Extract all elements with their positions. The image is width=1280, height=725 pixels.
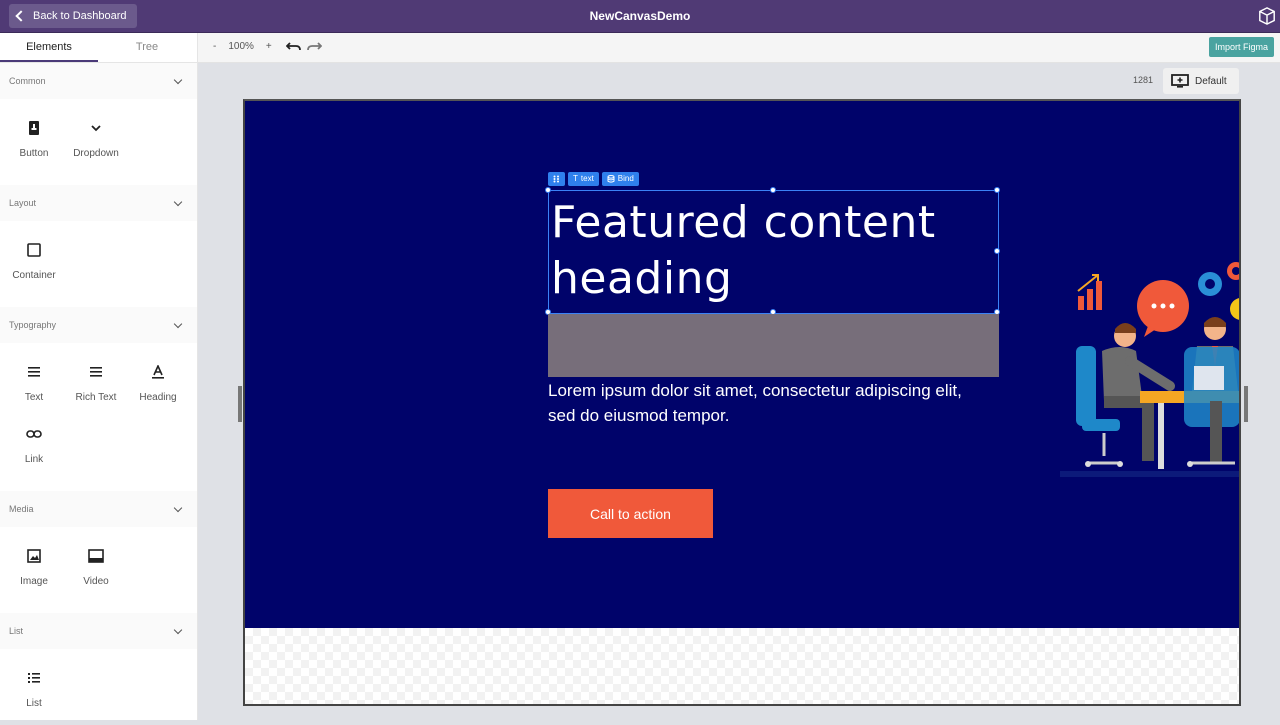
- hero-paragraph[interactable]: Lorem ipsum dolor sit amet, consectetur …: [548, 378, 988, 428]
- drag-handle-chip[interactable]: [548, 172, 565, 186]
- element-dropdown[interactable]: Dropdown: [66, 109, 126, 169]
- tab-elements[interactable]: Elements: [0, 33, 98, 62]
- heading-line-1: Featured content: [551, 197, 936, 248]
- call-to-action-button[interactable]: Call to action: [548, 489, 713, 538]
- section-title: Common: [9, 76, 46, 86]
- cube-logo-icon[interactable]: [1258, 7, 1276, 25]
- element-link[interactable]: Link: [4, 415, 64, 475]
- resize-handle[interactable]: [770, 187, 776, 193]
- element-label: Video: [83, 575, 109, 587]
- heading-line-2: heading: [551, 253, 733, 304]
- element-label: List: [26, 697, 42, 709]
- zoom-in-button[interactable]: +: [266, 41, 272, 52]
- page-frame: T text Bind Featured content heading Lor…: [243, 99, 1241, 706]
- section-common-header[interactable]: Common: [0, 63, 197, 99]
- chevron-down-icon: [173, 503, 183, 512]
- element-list[interactable]: List: [4, 659, 64, 719]
- import-figma-button[interactable]: Import Figma: [1208, 37, 1274, 57]
- elements-panel: Elements Tree Common Button Dropdown Lay…: [0, 33, 198, 720]
- list-icon: [26, 670, 42, 686]
- undo-icon[interactable]: [286, 40, 302, 52]
- image-icon: [26, 548, 42, 564]
- chevron-down-icon: [173, 319, 183, 328]
- hero-heading[interactable]: Featured content heading: [551, 195, 936, 307]
- resize-handle[interactable]: [545, 187, 551, 193]
- meeting-illustration: [1060, 262, 1239, 477]
- desktop-add-icon: [1171, 74, 1189, 88]
- rich-text-icon: [88, 364, 104, 380]
- drag-grid-icon: [553, 175, 559, 183]
- resize-handle[interactable]: [994, 187, 1000, 193]
- left-resize-handle[interactable]: [238, 386, 242, 422]
- section-typography-header[interactable]: Typography: [0, 307, 197, 343]
- chevron-down-icon: [173, 75, 183, 84]
- element-container[interactable]: Container: [4, 231, 64, 291]
- bind-chip[interactable]: Bind: [601, 172, 639, 186]
- element-video[interactable]: Video: [66, 537, 126, 597]
- element-label: Heading: [139, 391, 177, 403]
- button-icon: [26, 120, 42, 136]
- text-icon: [26, 364, 42, 380]
- horizontal-scrollbar[interactable]: [245, 704, 909, 706]
- element-heading[interactable]: Heading: [128, 353, 188, 413]
- element-type-chip[interactable]: T text: [568, 172, 599, 186]
- undo-redo: [286, 40, 322, 52]
- common-items: Button Dropdown: [0, 99, 197, 175]
- selected-heading-element[interactable]: Featured content heading: [545, 187, 1000, 315]
- container-icon: [26, 242, 42, 258]
- right-resize-handle[interactable]: [1244, 386, 1248, 422]
- section-title: Media: [9, 504, 34, 514]
- element-label: Button: [19, 147, 49, 159]
- video-icon: [88, 548, 104, 564]
- hero-section[interactable]: T text Bind Featured content heading Lor…: [245, 101, 1239, 628]
- device-selector[interactable]: Default: [1163, 68, 1239, 94]
- device-label: Default: [1195, 75, 1227, 87]
- media-items: Image Video: [0, 527, 197, 603]
- element-label: Rich Text: [75, 391, 117, 403]
- layout-items: Container: [0, 221, 197, 297]
- text-type-icon: T: [573, 174, 578, 183]
- section-media-header[interactable]: Media: [0, 491, 197, 527]
- element-button[interactable]: Button: [4, 109, 64, 169]
- typography-items: Text Rich Text Heading Link: [0, 343, 197, 481]
- chevron-down-icon: [173, 625, 183, 634]
- section-list-header[interactable]: List: [0, 613, 197, 649]
- app-title: NewCanvasDemo: [589, 9, 691, 23]
- section-layout-header[interactable]: Layout: [0, 185, 197, 221]
- element-label: Text: [24, 391, 44, 403]
- element-image[interactable]: Image: [4, 537, 64, 597]
- element-label: Dropdown: [73, 147, 119, 159]
- zoom-level: 100%: [228, 41, 254, 52]
- element-rich-text[interactable]: Rich Text: [66, 353, 126, 413]
- panel-tabs: Elements Tree: [0, 33, 197, 63]
- empty-canvas-area: [245, 628, 1239, 704]
- redo-icon[interactable]: [306, 40, 322, 52]
- link-icon: [26, 426, 42, 442]
- element-text[interactable]: Text: [4, 353, 64, 413]
- top-bar: Back to Dashboard NewCanvasDemo: [0, 0, 1280, 33]
- bind-label: Bind: [617, 174, 634, 183]
- element-label: Link: [24, 453, 44, 465]
- tab-tree[interactable]: Tree: [98, 33, 196, 62]
- resize-handle[interactable]: [994, 248, 1000, 254]
- list-items: List: [0, 649, 197, 725]
- zoom-controls: - 100% +: [213, 41, 272, 52]
- element-label: Image: [20, 575, 48, 587]
- spacer-block[interactable]: [548, 314, 999, 377]
- zoom-out-button[interactable]: -: [213, 41, 216, 52]
- heading-icon: [150, 364, 166, 380]
- section-title: List: [9, 626, 24, 636]
- section-title: Typography: [9, 320, 57, 330]
- canvas-toolbar: - 100% + Import Figma: [198, 33, 1280, 63]
- chevron-down-icon: [173, 197, 183, 206]
- dropdown-icon: [88, 120, 104, 136]
- database-icon: [607, 175, 615, 183]
- canvas-width-value: 1281: [1133, 75, 1154, 85]
- element-label: Container: [12, 269, 56, 281]
- element-type-label: text: [580, 174, 594, 183]
- section-title: Layout: [9, 198, 37, 208]
- selection-toolbar: T text Bind: [548, 172, 639, 186]
